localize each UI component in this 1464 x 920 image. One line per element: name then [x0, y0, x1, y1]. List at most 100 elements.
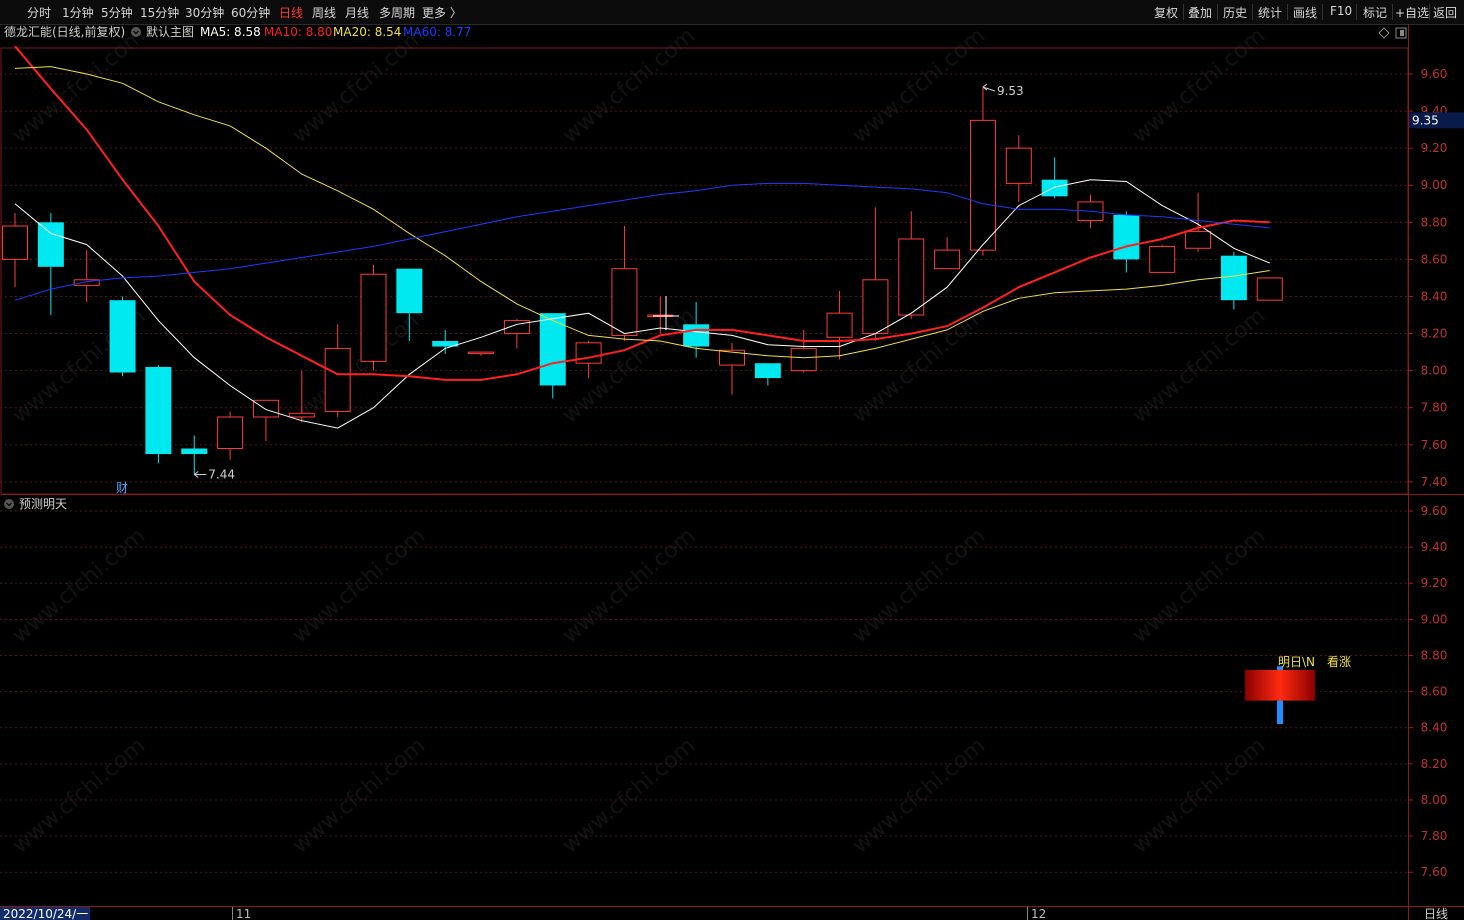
- candle: [468, 351, 495, 356]
- watermark-text: www.cfchi.com: [1128, 303, 1270, 428]
- finance-badge[interactable]: 财: [116, 481, 128, 495]
- stock-title: 德龙汇能(日线,前复权): [4, 24, 125, 39]
- candle-body: [683, 324, 710, 347]
- watermark-text: www.cfchi.com: [288, 303, 430, 428]
- candle-body: [862, 279, 889, 335]
- sub-tick-label: 7.80: [1421, 829, 1448, 843]
- candle: [934, 237, 961, 270]
- mark-button[interactable]: 标记: [1363, 4, 1387, 21]
- f10-button[interactable]: F10: [1330, 4, 1352, 18]
- price-tick-label: 9.00: [1421, 178, 1448, 192]
- sub-tick-label: 8.80: [1421, 648, 1448, 662]
- period-toolbar: 分时 1分钟 5分钟 15分钟 30分钟 60分钟 日线 周线 月线 多周期 更…: [0, 0, 1464, 25]
- low-arrow-icon: [193, 471, 207, 478]
- candle: [790, 329, 817, 373]
- candle-body: [288, 412, 315, 418]
- sub-tick-label: 8.20: [1421, 757, 1448, 771]
- candle: [898, 211, 925, 319]
- candle: [826, 290, 853, 360]
- candle: [611, 226, 638, 341]
- kline-chart[interactable]: www.cfchi.com www.cfchi.com www.cfchi.com w…: [0, 24, 1464, 920]
- price-tick-label: 7.80: [1421, 401, 1448, 415]
- candle: [1149, 244, 1176, 273]
- diamond-icon[interactable]: [1378, 27, 1390, 39]
- watermark-text: www.cfchi.com: [558, 733, 700, 858]
- history-button[interactable]: 历史: [1223, 4, 1247, 21]
- ma20-legend: MA20: 8.54: [333, 25, 401, 39]
- candle-body: [754, 363, 781, 379]
- ma60-legend: MA60: 8.77: [403, 25, 471, 39]
- template-name[interactable]: 默认主图: [146, 24, 194, 39]
- cursor-date: 2022/10/24/一: [3, 907, 88, 920]
- price-tick-label: 9.60: [1421, 67, 1448, 81]
- candle-body: [1185, 231, 1212, 249]
- period-indicator: 日线: [1424, 907, 1448, 920]
- candle: [360, 264, 387, 371]
- price-tick-label: 8.60: [1421, 252, 1448, 266]
- sub-tick-label: 9.40: [1421, 540, 1448, 554]
- fuquan-button[interactable]: 复权: [1154, 4, 1178, 21]
- sub-tick-label: 8.40: [1421, 721, 1448, 735]
- draw-line-button[interactable]: 画线: [1293, 4, 1317, 21]
- candle-body: [360, 273, 387, 362]
- candle-body: [2, 225, 28, 260]
- sub-tick-label: 8.00: [1421, 793, 1448, 807]
- period-tab-15min[interactable]: 15分钟: [140, 4, 179, 21]
- candle: [37, 213, 64, 316]
- watermark-text: www.cfchi.com: [8, 523, 150, 648]
- candle-body: [181, 448, 208, 455]
- price-tick-label: 8.20: [1421, 327, 1448, 341]
- high-price-label: 9.53: [997, 84, 1024, 98]
- watermark-text: www.cfchi.com: [288, 523, 430, 648]
- candle-body: [898, 238, 925, 316]
- period-tab-30min[interactable]: 30分钟: [185, 4, 224, 21]
- maximize-icon-inner: [1400, 30, 1404, 36]
- back-button[interactable]: 返回: [1433, 4, 1457, 21]
- candle-body: [217, 416, 244, 450]
- period-tab-1min[interactable]: 1分钟: [62, 4, 94, 21]
- add-watchlist-button[interactable]: +自选: [1395, 4, 1429, 21]
- candle-body: [575, 342, 602, 364]
- period-tab-more[interactable]: 更多 〉: [422, 4, 462, 21]
- high-arrow-icon: [982, 83, 996, 92]
- indicator-toggle-icon[interactable]: [4, 499, 14, 509]
- candle: [73, 250, 100, 303]
- period-tab-5min[interactable]: 5分钟: [101, 4, 133, 21]
- forecast-label-bullish: 看涨: [1327, 654, 1351, 669]
- candle-body: [396, 268, 423, 314]
- watermark-text: www.cfchi.com: [558, 523, 700, 648]
- watermark-text: www.cfchi.com: [558, 24, 700, 149]
- indicator-title[interactable]: 预测明天: [19, 497, 67, 511]
- candle-body: [109, 300, 136, 373]
- candle-body: [1149, 245, 1176, 273]
- watermark-text: www.cfchi.com: [848, 733, 990, 858]
- period-tab-multi[interactable]: 多周期: [379, 4, 415, 21]
- watermark-text: www.cfchi.com: [8, 733, 150, 858]
- candle: [1220, 251, 1247, 310]
- candle-body: [1113, 214, 1140, 260]
- template-toggle-icon[interactable]: [131, 27, 141, 37]
- current-price-value: 9.35: [1412, 113, 1439, 127]
- price-tick-label: 7.40: [1421, 475, 1448, 489]
- ma5-legend: MA5: 8.58: [200, 25, 261, 39]
- candle: [969, 86, 996, 256]
- period-tab-60min[interactable]: 60分钟: [231, 4, 270, 21]
- overlay-button[interactable]: 叠加: [1188, 4, 1212, 21]
- candle-body: [611, 268, 638, 336]
- candle: [1005, 135, 1032, 202]
- candle-body: [1220, 255, 1247, 301]
- sub-price-axis: 9.60 9.40 9.20 9.00 8.80 8.60 8.40 8.20 8.00 7.80…: [1408, 504, 1447, 879]
- candle-body: [1041, 179, 1068, 197]
- period-tab-fenshi[interactable]: 分时: [27, 4, 51, 21]
- period-tab-daily[interactable]: 日线: [279, 4, 303, 21]
- watermark-text: www.cfchi.com: [1128, 523, 1270, 648]
- month-label-12: 12: [1031, 907, 1046, 920]
- period-tab-weekly[interactable]: 周线: [312, 4, 336, 21]
- month-label-11: 11: [236, 907, 251, 920]
- price-tick-label: 8.80: [1421, 215, 1448, 229]
- period-tab-monthly[interactable]: 月线: [345, 4, 369, 21]
- candle: [145, 365, 172, 464]
- candle: [754, 363, 781, 386]
- stats-button[interactable]: 统计: [1258, 4, 1282, 21]
- low-price-label: 7.44: [208, 467, 235, 481]
